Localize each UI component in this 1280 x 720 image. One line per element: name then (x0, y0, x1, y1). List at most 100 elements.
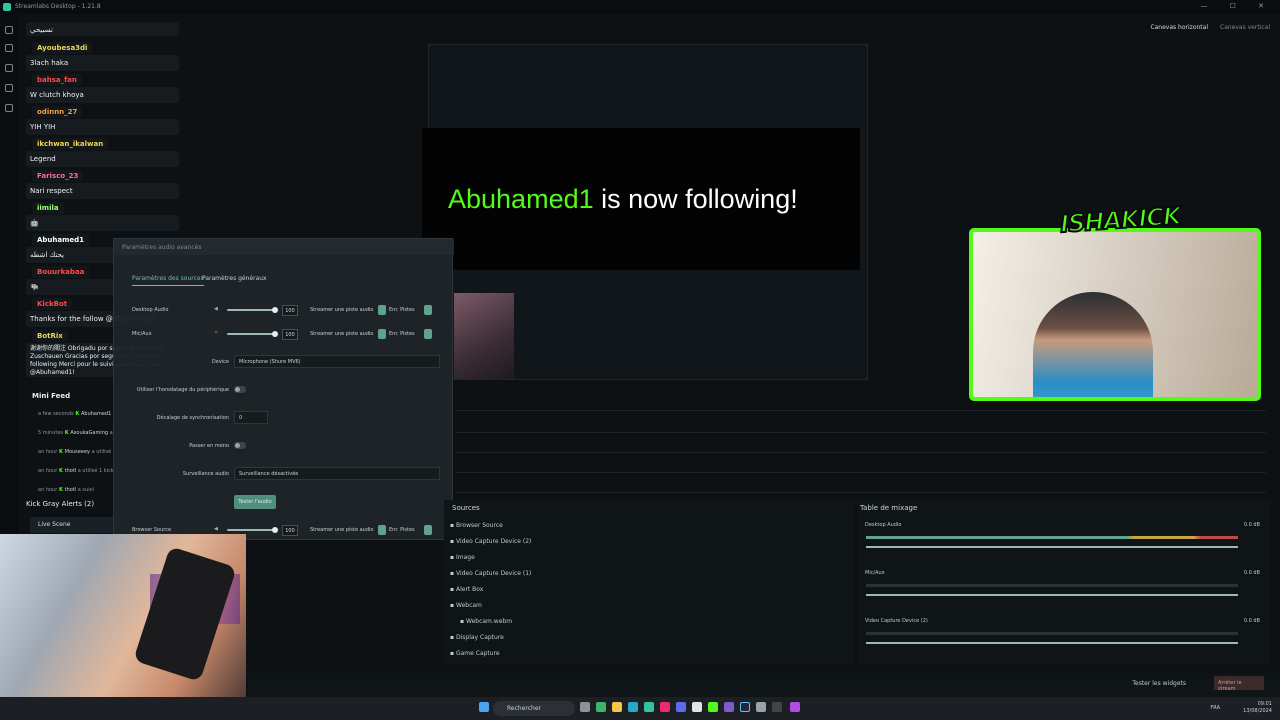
source-item[interactable]: ▪ Webcam (450, 602, 482, 609)
kick-alerts-header[interactable]: Kick Gray Alerts (2) (26, 500, 116, 508)
record-tracks-toggle[interactable] (424, 305, 432, 315)
feed-row[interactable]: 5 minutes K AsoukaGaming a (38, 430, 113, 436)
tab-general-settings[interactable]: Paramètres généraux (202, 275, 267, 282)
editor-icon[interactable] (5, 26, 13, 34)
monitor-select[interactable]: Surveillance désactivée (234, 467, 440, 480)
volume-slider-knob[interactable] (272, 307, 278, 313)
app-icon-3[interactable] (756, 702, 766, 712)
record-tracks-toggle[interactable] (424, 525, 432, 535)
volume-slider[interactable] (227, 309, 275, 311)
canvas-toggles: Canevas horizontal Canevas vertical (1150, 24, 1270, 31)
record-tracks-toggle[interactable] (424, 329, 432, 339)
volume-icon[interactable]: ◀ (214, 526, 218, 532)
chat-username[interactable]: Farisco_23 (32, 170, 84, 182)
chat-username[interactable]: Abuhamed1 (32, 234, 90, 246)
start-menu-icon[interactable] (479, 702, 489, 712)
window-controls[interactable]: — ☐ ✕ (1200, 2, 1274, 10)
file-explorer-icon[interactable] (612, 702, 622, 712)
feed-row[interactable]: an hour K thotl a utilisé 1 kick (38, 468, 114, 474)
chat-username[interactable]: odinnn_27 (32, 106, 83, 118)
canvas-horizontal-toggle[interactable]: Canevas horizontal (1150, 24, 1208, 31)
feed-row[interactable]: an hour K Mouseeey a utilisé (38, 449, 111, 455)
notepad-icon[interactable] (692, 702, 702, 712)
volume-slider-knob[interactable] (272, 527, 278, 533)
chat-username[interactable]: BotRix (32, 330, 68, 342)
sync-offset-input[interactable]: 0 (234, 411, 268, 424)
chat-username[interactable]: Bouurkabaa (32, 266, 90, 278)
volume-icon[interactable]: ✕ (214, 330, 218, 336)
volume-slider[interactable] (227, 529, 275, 531)
apps-icon[interactable] (5, 84, 13, 92)
dashboard-icon[interactable] (5, 64, 13, 72)
themes-icon[interactable] (5, 44, 13, 52)
source-item[interactable]: ▪ Game Capture (450, 650, 500, 657)
volume-icon[interactable]: ◀ (214, 306, 218, 312)
chat-username[interactable]: ikchwan_ikalwan (32, 138, 109, 150)
mini-feed: Mini Feed a few seconds K Abuhamed1 5 mi… (26, 390, 116, 500)
feed-row[interactable]: an hour K thotl a suivi (38, 487, 94, 493)
mono-toggle[interactable] (234, 442, 246, 449)
app-icon-4[interactable] (772, 702, 782, 712)
streamlabs-taskbar-icon[interactable] (644, 702, 654, 712)
chat-message: W clutch khoya (26, 87, 179, 103)
source-item[interactable]: ▪ Alert Box (450, 586, 483, 593)
test-widgets-button[interactable]: Tester les widgets (1132, 680, 1186, 687)
chat-username[interactable]: KickBot (32, 298, 73, 310)
follow-alert-text: Abuhamed1 is now following! (448, 184, 798, 215)
chat-message: YIH YIH (26, 119, 179, 135)
source-name[interactable]: Mic/Aux (132, 331, 152, 337)
chat-username[interactable]: iimila (32, 202, 64, 214)
source-item[interactable]: ▪ Browser Source (450, 522, 503, 529)
feed-row[interactable]: a few seconds K Abuhamed1 (38, 411, 111, 417)
device-timestamps-toggle[interactable] (234, 386, 246, 393)
source-name[interactable]: Browser Source (132, 527, 171, 533)
chat-username[interactable]: Ayoubesa3di (32, 42, 93, 54)
app-icon-2[interactable] (724, 702, 734, 712)
chat-message: تسبيحي (26, 22, 179, 36)
mixer-volume-slider[interactable] (866, 594, 1238, 596)
steam-icon[interactable] (740, 702, 750, 712)
kick-icon: K (57, 468, 65, 474)
feed-time: an hour (38, 449, 58, 455)
source-item[interactable]: ▪ Display Capture (450, 634, 504, 641)
test-audio-button[interactable]: Tester l'audio (234, 495, 276, 509)
taskbar-search[interactable]: Rechercher (493, 701, 575, 716)
mixer-title: Table de mixage (860, 504, 918, 512)
stream-track-toggle[interactable] (378, 329, 386, 339)
source-item[interactable]: ▪ Video Capture Device (2) (450, 538, 531, 545)
app-icon-5[interactable] (790, 702, 800, 712)
source-item[interactable]: ▪ Image (450, 554, 475, 561)
tab-source-settings[interactable]: Paramètres des sources (132, 275, 204, 286)
app-icon[interactable] (596, 702, 606, 712)
source-name[interactable]: Desktop Audio (132, 307, 168, 313)
mixer-volume-slider[interactable] (866, 642, 1238, 644)
edge-icon[interactable] (628, 702, 638, 712)
kick-icon[interactable] (708, 702, 718, 712)
discord-icon[interactable] (676, 702, 686, 712)
system-tray[interactable]: FRA 09:01 13/08/2024 (1210, 701, 1272, 715)
tiktok-icon[interactable] (660, 702, 670, 712)
settings-icon[interactable] (5, 104, 13, 112)
chat-message: 3lach haka (26, 55, 179, 71)
volume-slider[interactable] (227, 333, 275, 335)
task-view-icon[interactable] (580, 702, 590, 712)
end-stream-button[interactable]: Arrêter le stream (1214, 676, 1264, 692)
mixer-volume-slider[interactable] (866, 546, 1238, 548)
chat-username[interactable]: bahsa_fan (32, 74, 82, 86)
volume-value[interactable]: 100 (282, 329, 298, 340)
source-item[interactable]: ▪ Webcam.webm (460, 618, 512, 625)
volume-value[interactable]: 100 (282, 305, 298, 316)
stream-track-toggle[interactable] (378, 525, 386, 535)
device-select[interactable]: Microphone (Shure MV6) (234, 355, 440, 368)
volume-value[interactable]: 100 (282, 525, 298, 536)
language-indicator[interactable]: FRA (1210, 705, 1220, 712)
mini-feed-title: Mini Feed (32, 392, 71, 400)
live-scene-item[interactable]: Live Scene (30, 517, 120, 533)
audio-mixer-dock: Table de mixage Desktop Audio 0.0 dB Mic/A… (858, 500, 1270, 665)
volume-slider-knob[interactable] (272, 331, 278, 337)
chat-message: Nari respect (26, 183, 179, 199)
source-item[interactable]: ▪ Video Capture Device (1) (450, 570, 531, 577)
canvas-vertical-toggle[interactable]: Canevas vertical (1220, 24, 1270, 31)
stream-track-toggle[interactable] (378, 305, 386, 315)
source-label: Image (455, 554, 475, 561)
